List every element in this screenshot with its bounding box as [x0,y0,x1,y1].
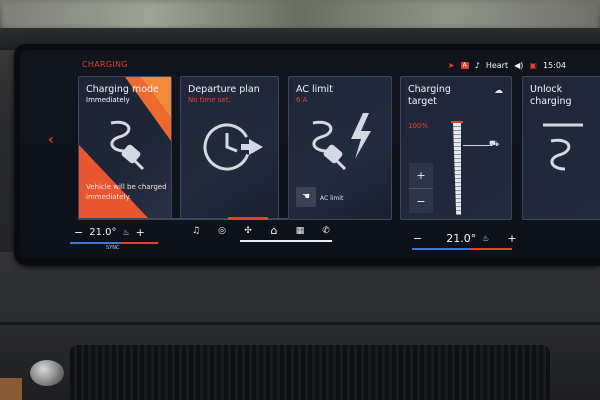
nav-active-underline [240,240,332,242]
temp-up-button-left[interactable]: + [136,226,145,239]
navigation-arrow-icon[interactable]: ➤ [448,61,455,70]
speaker-icon[interactable]: ◀) [514,61,523,70]
card-subtitle: No time set. [188,96,231,104]
heat-indicator-left [120,242,158,244]
apps-grid-icon[interactable]: ▦ [292,226,308,236]
card-subtitle: Immediately [86,96,130,104]
target-pointer-line [463,145,491,146]
fan-icon[interactable]: ✣ [240,226,256,236]
cool-indicator-left [70,242,120,244]
card-charging-mode[interactable]: Charging mode Immediately Vehicle will b… [78,76,172,220]
orange-accent [141,77,171,117]
music-note-icon[interactable]: ♫ [188,226,204,236]
leather-trim [0,378,22,400]
chrome-knob[interactable] [30,360,64,386]
climate-control-left: − 21.0° ♨ + [74,226,145,239]
background-scenery [0,0,600,30]
card-subtitle: 100% [408,122,429,130]
page-title: CHARGING [82,60,128,69]
gauge-target-marker [451,121,463,123]
main-nav: ♫ ◎ ✣ ⌂ ▦ ✆ [188,224,334,237]
plug-lightning-icon [312,113,371,171]
heat-indicator-right [470,248,512,250]
car-plug-icon: ⛟ [489,139,500,148]
sync-label[interactable]: SYNC [106,245,119,251]
card-ac-limit[interactable]: AC limit 6 A ☚ AC limit [288,76,392,220]
card-title: Charging mode [86,84,159,95]
air-vent [70,345,550,400]
card-note: Vehicle will be charged immediately. [86,183,167,201]
seat-heat-icon[interactable]: ♨ [122,228,129,237]
charge-level-gauge[interactable] [453,123,461,215]
status-badge: A [460,62,469,69]
home-icon[interactable]: ⌂ [266,224,282,237]
cloud-icon: ☁ [494,86,503,96]
phone-icon[interactable]: ✆ [318,226,334,236]
temp-down-button-left[interactable]: − [74,226,83,239]
calendar-icon[interactable]: ▣ [529,61,537,70]
temperature-right[interactable]: 21.0° [446,232,476,245]
now-playing-label[interactable]: Heart [486,61,508,70]
temperature-left[interactable]: 21.0° [89,227,116,238]
ac-limit-button-label: AC limit [320,195,344,202]
clock-time: 15:04 [542,61,566,70]
climate-control-right: − 21.0° ♨ + [413,232,517,245]
increase-button[interactable]: + [409,163,433,188]
assistant-icon[interactable]: ◎ [214,226,230,236]
hand-tap-icon: ☚ [301,192,311,202]
card-title: Departure plan [188,84,260,95]
clock-arrow-icon [203,123,263,171]
cool-indicator-right [412,248,470,250]
dashboard-seam [0,322,600,325]
infotainment-screen: CHARGING ➤ A ♪ Heart ◀) ▣ 15:04 ‹ Chargi… [20,50,600,258]
music-icon: ♪ [474,61,480,70]
card-title: Charging target [408,84,451,107]
bottom-bar: − 21.0° ♨ + SYNC ♫ ◎ ✣ ⌂ ▦ ✆ − 21.0° ♨ + [20,220,600,258]
card-departure-plan[interactable]: Departure plan No time set. [180,76,279,220]
temp-up-button-right[interactable]: + [507,232,516,245]
charging-target-stepper: + − [409,163,433,213]
card-title: Unlock charging [530,84,572,107]
card-charging-target[interactable]: Charging target ☁ 100% + − ⛟ [400,76,512,220]
card-title: AC limit [296,84,333,95]
temp-down-button-right[interactable]: − [413,232,422,245]
card-unlock-charging[interactable]: Unlock charging [522,76,600,220]
chevron-left-icon[interactable]: ‹ [48,132,54,148]
card-subtitle: 6 A [296,96,308,104]
plug-unlock-icon [543,123,583,171]
ac-limit-button[interactable]: ☚ [296,187,316,207]
seat-heat-icon[interactable]: ♨ [482,234,489,243]
status-bar: ➤ A ♪ Heart ◀) ▣ 15:04 [448,61,566,70]
decrease-button[interactable]: − [409,189,433,214]
charge-plug-icon [110,120,145,171]
